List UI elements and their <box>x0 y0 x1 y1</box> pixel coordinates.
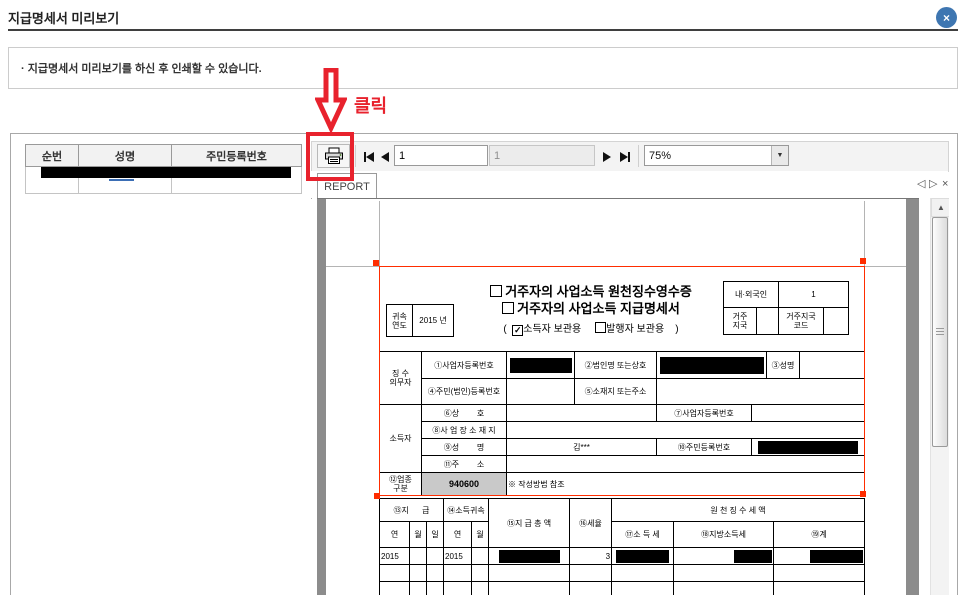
chevron-down-icon[interactable]: ▼ <box>771 146 788 165</box>
col-header: 연 <box>380 522 410 548</box>
col-header: 월 <box>472 522 489 548</box>
last-page-icon <box>620 152 628 162</box>
vertical-scrollbar[interactable]: ▲ <box>930 198 949 595</box>
col-header-name: 성명 <box>79 145 172 167</box>
scrollbar-grip <box>936 328 944 336</box>
col-header: 일 <box>427 522 444 548</box>
toolbar-separator <box>355 145 356 167</box>
redacted-person-row <box>41 167 291 178</box>
col-header: 월 <box>410 522 427 548</box>
payment-statement-preview-window: 지급명세서 미리보기 × · 지급명세서 미리보기를 하신 후 인쇄할 수 있습… <box>0 0 969 595</box>
page-number-input[interactable] <box>394 145 488 166</box>
report-viewport: 거주자의 사업소득 원천징수영수증 거주자의 사업소득 지급명세서 ( ✓소득자… <box>312 198 949 595</box>
page-total-field: 1 <box>489 145 595 166</box>
tab-close-icon[interactable]: × <box>942 177 948 191</box>
col-header: ⑯세율 <box>570 499 612 548</box>
selection-handle-top-right[interactable] <box>860 258 866 264</box>
col-header: ⑬지 급 <box>380 499 444 522</box>
scroll-up-button[interactable]: ▲ <box>931 198 949 217</box>
report-tabbar: REPORT ◁ ▷ × <box>311 171 948 199</box>
redacted-value <box>499 550 560 563</box>
col-header: 연 <box>444 522 472 548</box>
page-title: 지급명세서 미리보기 <box>8 8 119 27</box>
col-header: ⑭소득귀속 <box>444 499 489 522</box>
zoom-value: 75% <box>649 150 771 162</box>
col-header: ⑮지 급 총 액 <box>489 499 570 548</box>
name-link-underline <box>109 179 134 181</box>
scroll-up-icon: ▲ <box>937 203 945 212</box>
last-page-button[interactable] <box>616 148 633 165</box>
pay-year: 2015 <box>380 548 410 565</box>
selection-handle-bottom-right[interactable] <box>860 491 866 497</box>
page-shadow <box>906 199 919 595</box>
redacted-value <box>616 550 669 563</box>
notice-box: · 지급명세서 미리보기를 하신 후 인쇄할 수 있습니다. <box>8 47 958 89</box>
col-header-ssn: 주민등록번호 <box>172 145 302 167</box>
zoom-select[interactable]: 75% ▼ <box>644 145 789 166</box>
tab-scroll-left-icon[interactable]: ◁ <box>917 177 925 191</box>
redacted-value <box>734 550 772 563</box>
col-header: ⑲계 <box>774 522 865 548</box>
col-header: ⑰소 득 세 <box>612 522 674 548</box>
red-arrow-annotation <box>315 68 347 132</box>
previous-page-icon <box>381 152 389 162</box>
col-header-seq: 순번 <box>26 145 79 167</box>
close-button[interactable]: × <box>936 7 957 28</box>
report-page: 거주자의 사업소득 원천징수영수증 거주자의 사업소득 지급명세서 ( ✓소득자… <box>326 199 906 595</box>
tax-rate: 3 <box>570 548 612 565</box>
click-annotation-label: 클릭 <box>354 92 387 118</box>
toolbar-separator <box>638 145 639 167</box>
title-divider <box>8 29 958 31</box>
report-toolbar: 1 75% ▼ <box>311 141 949 172</box>
previous-page-button[interactable] <box>376 148 393 165</box>
first-page-button[interactable] <box>360 148 377 165</box>
next-page-button[interactable] <box>598 148 615 165</box>
col-header: ⑱지방소득세 <box>674 522 774 548</box>
scrollbar-thumb[interactable] <box>932 217 948 447</box>
notice-text: · 지급명세서 미리보기를 하신 후 인쇄할 수 있습니다. <box>21 60 262 76</box>
page-left-edge <box>317 198 326 595</box>
attr-year: 2015 <box>444 548 472 565</box>
margin-guide-vertical-right <box>864 201 865 266</box>
selection-handle-top-left[interactable] <box>373 260 379 266</box>
close-icon: × <box>943 11 950 25</box>
selection-rectangle[interactable] <box>379 266 865 496</box>
selection-handle-bottom-left[interactable] <box>374 493 380 499</box>
print-button-highlight-box <box>306 132 354 181</box>
preview-panel: 순번 성명 주민등록번호 <box>10 133 958 595</box>
margin-guide-vertical-left <box>379 201 380 266</box>
tab-scroll-right-icon[interactable]: ▷ <box>929 177 937 191</box>
next-page-icon <box>603 152 611 162</box>
payment-table: ⑬지 급 ⑭소득귀속 ⑮지 급 총 액 ⑯세율 원 천 징 수 세 액 연 월 … <box>379 498 865 595</box>
redacted-value <box>810 550 863 563</box>
col-header: 원 천 징 수 세 액 <box>612 499 865 522</box>
